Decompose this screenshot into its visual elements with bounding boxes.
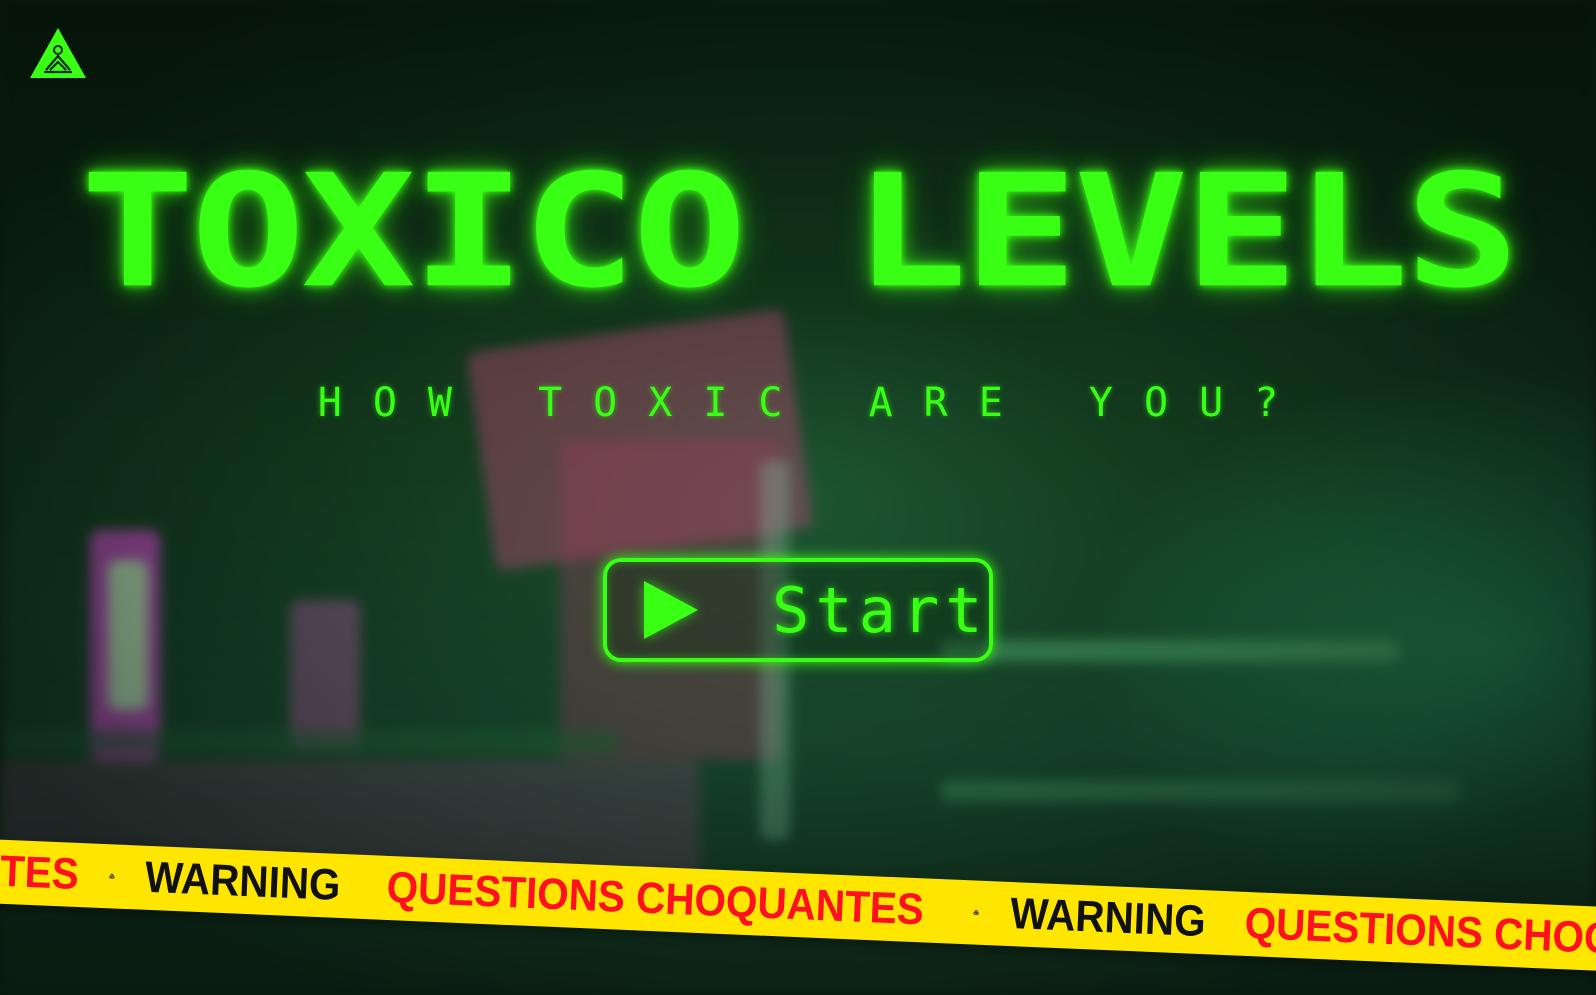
biohazard-triangle-icon[interactable] [28, 26, 88, 80]
tape-fragment: TES [0, 846, 80, 899]
biohazard-icon [973, 910, 979, 915]
game-subtitle: HOW TOXIC ARE YOU? [317, 380, 1310, 426]
play-icon [644, 581, 698, 639]
tape-warning: WARNING [1009, 889, 1207, 947]
start-button-label: Start [772, 573, 989, 647]
game-title: TOXICO LEVELS [80, 140, 1519, 323]
start-button[interactable]: Start [603, 558, 993, 662]
tape-text: QUESTIONS CHOQ [1243, 898, 1596, 964]
biohazard-icon [108, 873, 115, 879]
tape-warning: WARNING [144, 852, 342, 910]
